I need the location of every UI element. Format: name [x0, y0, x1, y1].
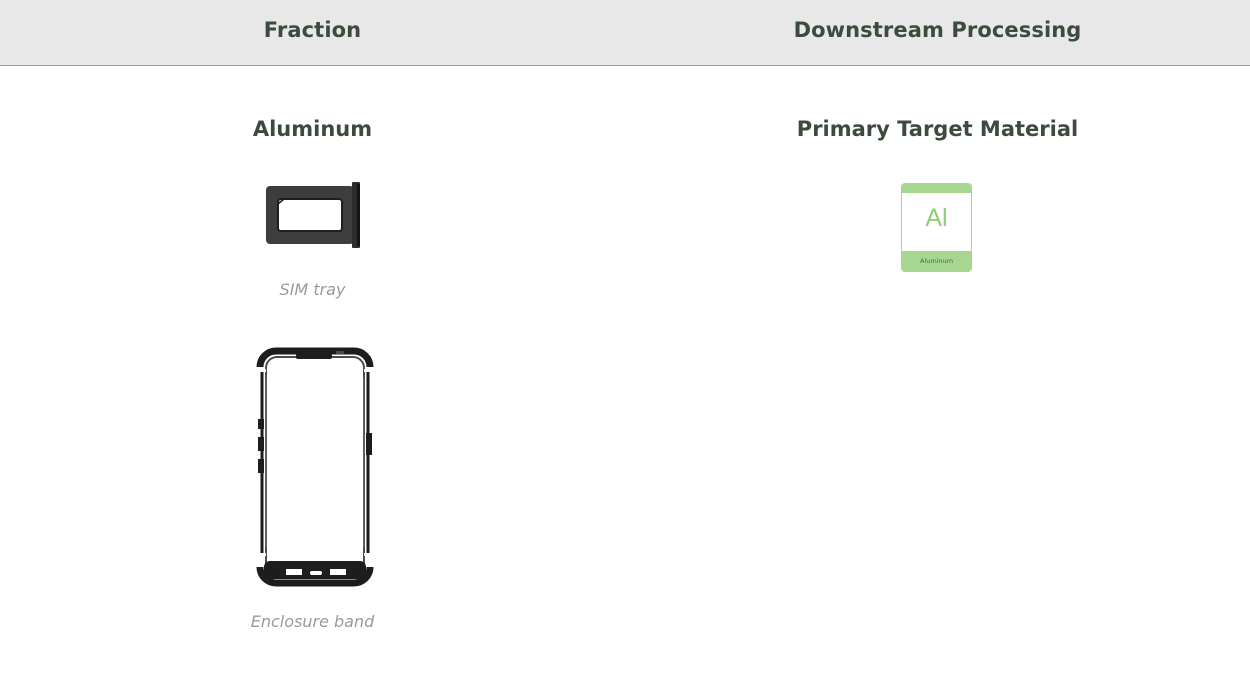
enclosure-band-drawing: [256, 347, 374, 587]
processing-title: Primary Target Material: [796, 117, 1079, 141]
column-header-downstream-processing: Downstream Processing: [793, 18, 1082, 42]
sim-tray-drawing: [266, 182, 360, 248]
element-symbol: Al: [925, 204, 948, 232]
sim-tray-caption: SIM tray: [279, 280, 346, 299]
element-name: Aluminum: [902, 251, 971, 271]
fraction-title: Aluminum: [252, 117, 373, 141]
enclosure-band-caption: Enclosure band: [250, 612, 375, 631]
table-header-row: Fraction Downstream Processing: [0, 0, 1250, 66]
tile-accent-strip: [902, 184, 971, 193]
aluminum-material-tile: Al Aluminum: [901, 183, 972, 272]
column-header-fraction: Fraction: [263, 18, 362, 42]
